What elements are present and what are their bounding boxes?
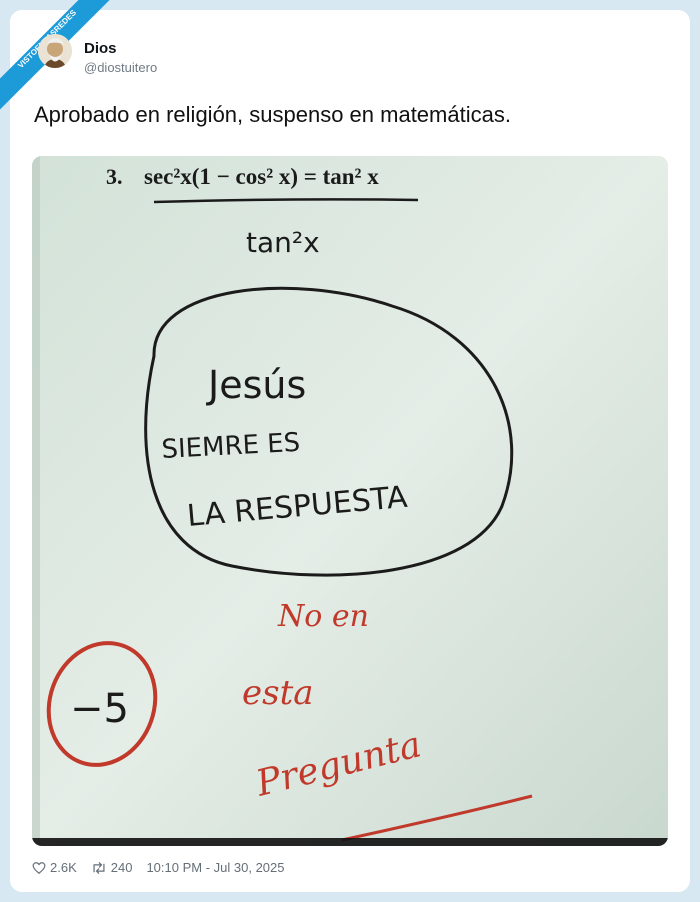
tweet-photo[interactable]: 3. sec²x(1 − cos² x) = tan² x tan²x Jesú… bbox=[32, 156, 668, 846]
red-note-line-1: No en bbox=[277, 599, 369, 634]
circled-word-1: Jesús bbox=[206, 363, 306, 407]
retweet-icon bbox=[93, 861, 105, 874]
worksheet-photo: 3. sec²x(1 − cos² x) = tan² x tan²x Jesú… bbox=[32, 156, 668, 846]
score-text: −5 bbox=[70, 686, 129, 732]
retweet-count: 240 bbox=[110, 860, 133, 875]
red-note-line-2: esta bbox=[242, 673, 314, 713]
avatar-image bbox=[38, 34, 72, 68]
problem-number: 3. bbox=[106, 164, 123, 189]
tweet-card: VISTOENLASREDES .com Dios @diostuitero A… bbox=[0, 0, 690, 892]
tweet-footer: 2.6K 240 10:10 PM - Jul 30, 2025 bbox=[32, 860, 298, 875]
retweet-button[interactable]: 240 bbox=[91, 860, 133, 875]
author-name[interactable]: Dios bbox=[84, 40, 117, 57]
like-count: 2.6K bbox=[50, 860, 77, 875]
equation-text: sec²x(1 − cos² x) = tan² x bbox=[144, 164, 379, 189]
handwritten-answer: tan²x bbox=[246, 226, 320, 259]
like-button[interactable]: 2.6K bbox=[32, 860, 77, 875]
heart-icon bbox=[32, 861, 46, 874]
author-handle[interactable]: @diostuitero bbox=[84, 60, 157, 75]
avatar[interactable] bbox=[38, 34, 72, 68]
timestamp-link[interactable]: 10:10 PM - Jul 30, 2025 bbox=[146, 860, 284, 875]
timestamp: 10:10 PM - Jul 30, 2025 bbox=[146, 860, 285, 875]
tweet-text: Aprobado en religión, suspenso en matemá… bbox=[34, 102, 511, 127]
